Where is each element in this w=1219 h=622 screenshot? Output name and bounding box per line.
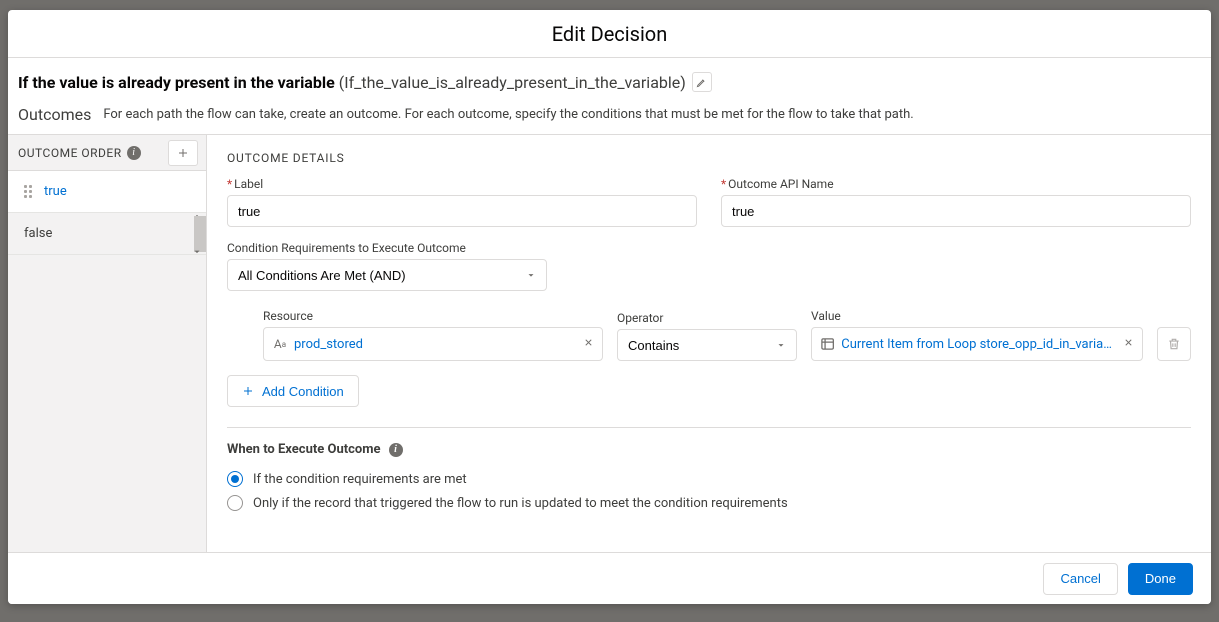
drag-handle-icon[interactable]: [24, 185, 34, 198]
modal-body: OUTCOME ORDER i true false: [8, 135, 1211, 552]
decision-title-row: If the value is already present in the v…: [8, 58, 1211, 101]
api-name-input[interactable]: [721, 195, 1191, 227]
resource-label: Resource: [263, 309, 603, 323]
label-field-label: *Label: [227, 177, 697, 191]
text-type-icon: Aa: [272, 336, 288, 352]
record-icon: [820, 336, 835, 352]
outcome-item-label: false: [24, 226, 52, 241]
label-api-row: *Label *Outcome API Name: [227, 177, 1191, 227]
info-icon[interactable]: i: [127, 146, 141, 160]
plus-icon: [177, 147, 189, 159]
outcomes-desc: For each path the flow can take, create …: [103, 107, 913, 122]
outcome-item-true[interactable]: true: [8, 171, 206, 213]
outcome-item-label: true: [44, 184, 67, 199]
outcome-details-heading: OUTCOME DETAILS: [227, 151, 1191, 165]
info-icon[interactable]: i: [389, 443, 403, 457]
add-condition-button[interactable]: Add Condition: [227, 375, 359, 407]
modal-footer: Cancel Done: [8, 552, 1211, 604]
trash-icon: [1167, 337, 1181, 351]
scroll-down-icon[interactable]: [192, 245, 202, 260]
operator-label: Operator: [617, 311, 797, 325]
operator-value: Contains: [628, 338, 679, 353]
operator-select[interactable]: Contains: [617, 329, 797, 361]
outcome-order-header: OUTCOME ORDER i: [8, 135, 206, 171]
exec-option-label: Only if the record that triggered the fl…: [253, 496, 788, 511]
outcome-list: true false: [8, 171, 206, 255]
decision-label: If the value is already present in the v…: [18, 73, 335, 92]
radio-checked-icon: [227, 471, 243, 487]
outcome-order-sidebar: OUTCOME ORDER i true false: [8, 135, 207, 552]
decision-api-name: (If_the_value_is_already_present_in_the_…: [339, 73, 686, 92]
done-button[interactable]: Done: [1128, 563, 1193, 595]
clear-resource-icon[interactable]: [583, 337, 594, 352]
edit-decision-modal: Edit Decision If the value is already pr…: [8, 10, 1211, 604]
clear-value-icon[interactable]: [1123, 337, 1134, 352]
value-input[interactable]: Current Item from Loop store_opp_id_in_v…: [811, 327, 1143, 361]
divider: [227, 427, 1191, 428]
pencil-icon: [696, 77, 707, 88]
outcome-details-panel: OUTCOME DETAILS *Label *Outcome API Name…: [207, 135, 1211, 552]
outcomes-description-row: Outcomes For each path the flow can take…: [8, 101, 1211, 135]
chevron-down-icon: [776, 338, 786, 353]
outcome-item-false[interactable]: false: [8, 213, 206, 255]
condition-row: Resource Aa prod_stored Operator Contain…: [227, 309, 1191, 361]
exec-option-met[interactable]: If the condition requirements are met: [227, 467, 1191, 491]
add-condition-label: Add Condition: [262, 384, 344, 399]
radio-unchecked-icon: [227, 495, 243, 511]
delete-condition-button[interactable]: [1157, 327, 1191, 361]
label-input[interactable]: [227, 195, 697, 227]
condition-requirements-value: All Conditions Are Met (AND): [238, 268, 406, 283]
value-pill-text: Current Item from Loop store_opp_id_in_v…: [841, 337, 1117, 352]
condition-requirements-label: Condition Requirements to Execute Outcom…: [227, 241, 1191, 255]
add-outcome-button[interactable]: [168, 140, 198, 166]
outcomes-heading: Outcomes: [18, 105, 91, 124]
exec-option-updated[interactable]: Only if the record that triggered the fl…: [227, 491, 1191, 515]
api-name-field-label: *Outcome API Name: [721, 177, 1191, 191]
chevron-down-icon: [526, 268, 536, 283]
plus-icon: [242, 385, 254, 397]
execute-outcome-heading: When to Execute Outcome i: [227, 442, 1191, 457]
cancel-button[interactable]: Cancel: [1043, 563, 1117, 595]
resource-value: prod_stored: [294, 337, 363, 352]
outcome-order-title: OUTCOME ORDER: [18, 146, 122, 160]
exec-option-label: If the condition requirements are met: [253, 472, 467, 487]
edit-label-button[interactable]: [692, 72, 712, 92]
condition-requirements-select[interactable]: All Conditions Are Met (AND): [227, 259, 547, 291]
resource-input[interactable]: Aa prod_stored: [263, 327, 603, 361]
modal-title: Edit Decision: [8, 10, 1211, 58]
value-label: Value: [811, 309, 1143, 323]
